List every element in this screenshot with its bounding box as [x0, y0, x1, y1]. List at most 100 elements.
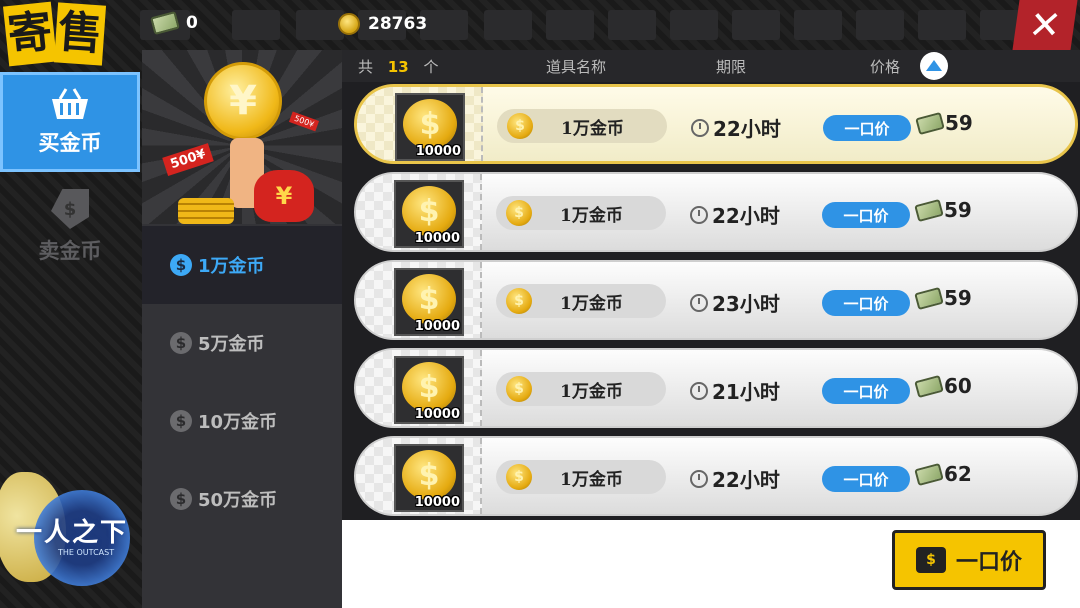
total-count: 共 13 个 [358, 56, 438, 77]
item-quantity: 10000 [414, 231, 460, 246]
title-char-1: 寄 [2, 1, 58, 67]
time-remaining: 21小时 [690, 376, 780, 405]
buyout-tag[interactable]: 一口价 [823, 115, 911, 141]
cash-balance: 0 [150, 10, 198, 36]
item-name-pill: $ 1万金币 [497, 109, 667, 143]
gold-coin-icon: $ [402, 450, 456, 500]
title-char-2: 售 [53, 2, 107, 66]
consignment-title: 寄 售 [2, 1, 107, 67]
item-name-pill: $ 1万金币 [496, 372, 666, 406]
buyout-tag[interactable]: 一口价 [822, 378, 910, 404]
total-number: 13 [387, 58, 409, 76]
gold-coin-icon: $ [506, 464, 532, 490]
column-price: 价格 [870, 58, 901, 76]
gold-coin-icon: $ [402, 274, 456, 324]
column-item-name: 道具名称 [546, 58, 607, 76]
top-slot [732, 10, 780, 40]
item-name: 1万金币 [560, 381, 623, 402]
gold-coin-icon: $ [506, 288, 532, 314]
banner-coin-stack [178, 198, 234, 224]
price-tag-icon: $ [51, 189, 89, 229]
cash-bundle-icon [150, 10, 180, 36]
item-icon: $ 10000 [394, 444, 464, 512]
listing-row[interactable]: $ 10000 $ 1万金币 23小时 一口价 59 [354, 260, 1078, 340]
category-label: 1万金币 [198, 256, 265, 277]
dollar-icon: $ [170, 254, 192, 276]
category-label: 10万金币 [198, 412, 278, 433]
gold-coin-icon: $ [402, 362, 456, 412]
dollar-icon: $ [170, 488, 192, 510]
list-header: 共 13 个 道具名称 期限 价格 [342, 50, 1080, 82]
total-suffix: 个 [423, 58, 439, 76]
promo-banner: 500¥ ¥ 500¥ ¥ [142, 50, 342, 224]
coin-value: 28763 [368, 14, 428, 34]
listing-row[interactable]: $ 10000 $ 1万金币 22小时 一口价 62 [354, 436, 1078, 516]
time-text: 22小时 [712, 204, 780, 228]
item-icon: $ 10000 [394, 268, 464, 336]
top-slot [856, 10, 904, 40]
buyout-button[interactable]: $ 一口价 [892, 530, 1046, 590]
category-item-5w[interactable]: $ 5万金币 [142, 304, 342, 382]
listing-row[interactable]: $ 10000 $ 1万金币 22小时 一口价 59 [354, 84, 1078, 164]
top-slot [420, 10, 468, 40]
cash-bundle-icon [914, 198, 944, 222]
category-panel: 500¥ ¥ 500¥ ¥ $ 1万金币 $ 5万金币 $ 10万金币 $ 50… [142, 50, 342, 608]
cash-bundle-icon [914, 374, 944, 398]
gold-coin-icon [338, 13, 360, 35]
item-name: 1万金币 [560, 205, 623, 226]
category-item-10w[interactable]: $ 10万金币 [142, 382, 342, 460]
clock-icon [691, 118, 709, 137]
tab-buy-label: 买金币 [38, 131, 102, 155]
time-text: 21小时 [712, 380, 780, 404]
listing-row[interactable]: $ 10000 $ 1万金币 22小时 一口价 59 [354, 172, 1078, 252]
time-remaining: 22小时 [690, 200, 780, 229]
dollar-icon: $ [170, 410, 192, 432]
banner-tag: 500¥ [162, 143, 214, 176]
close-button[interactable]: ✕ [1012, 0, 1078, 50]
category-label: 5万金币 [198, 334, 265, 355]
price-value: 59 [945, 111, 973, 135]
price: 59 [914, 198, 972, 222]
category-item-1w[interactable]: $ 1万金币 [142, 226, 342, 304]
category-item-50w[interactable]: $ 50万金币 [142, 460, 342, 538]
top-slot [608, 10, 656, 40]
top-slot [296, 10, 344, 40]
game-logo: 一人之下 THE OUTCAST [0, 460, 150, 608]
price-value: 59 [944, 198, 972, 222]
buyout-button-label: 一口价 [955, 550, 1022, 575]
banner-coin-icon: ¥ [204, 62, 282, 140]
cash-bundle-icon [914, 286, 944, 310]
item-name-pill: $ 1万金币 [496, 196, 666, 230]
time-text: 22小时 [712, 468, 780, 492]
time-remaining: 23小时 [690, 288, 780, 317]
basket-icon [52, 88, 88, 119]
clock-icon [690, 381, 708, 400]
gold-coin-icon: $ [402, 186, 456, 236]
coin-balance: 28763 [338, 13, 427, 35]
sort-up-icon[interactable] [920, 52, 948, 80]
item-name-pill: $ 1万金币 [496, 460, 666, 494]
tab-sell-coins[interactable]: $ 卖金币 [0, 182, 140, 272]
item-quantity: 10000 [414, 407, 460, 422]
time-text: 22小时 [713, 117, 781, 141]
price: 59 [915, 111, 973, 135]
buyout-tag[interactable]: 一口价 [822, 466, 910, 492]
top-slot [670, 10, 718, 40]
price: 62 [914, 462, 972, 486]
top-slot [794, 10, 842, 40]
cash-bundle-icon [915, 111, 945, 135]
time-remaining: 22小时 [690, 464, 780, 493]
listing-row[interactable]: $ 10000 $ 1万金币 21小时 一口价 60 [354, 348, 1078, 428]
top-slot [484, 10, 532, 40]
item-name-pill: $ 1万金币 [496, 284, 666, 318]
item-name: 1万金币 [561, 118, 624, 139]
item-name: 1万金币 [560, 469, 623, 490]
buyout-tag[interactable]: 一口价 [822, 202, 910, 228]
game-logo-title: 一人之下 [16, 518, 129, 548]
price-value: 60 [944, 374, 972, 398]
price: 60 [914, 374, 972, 398]
item-quantity: 10000 [414, 495, 460, 510]
tab-buy-coins[interactable]: 买金币 [0, 72, 140, 172]
category-list: $ 1万金币 $ 5万金币 $ 10万金币 $ 50万金币 [142, 226, 342, 538]
buyout-tag[interactable]: 一口价 [822, 290, 910, 316]
